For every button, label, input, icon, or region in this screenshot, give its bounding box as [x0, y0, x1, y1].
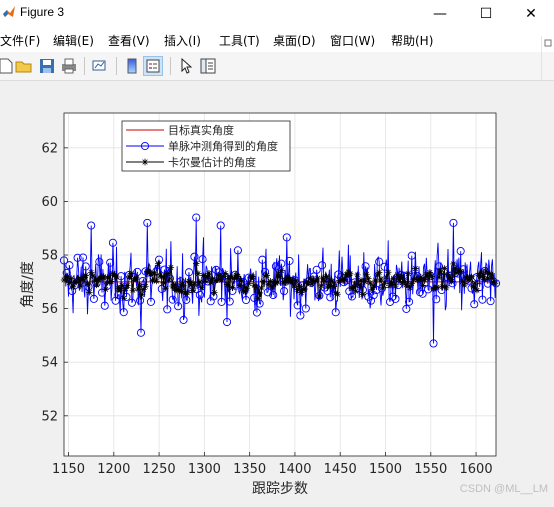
- save-button[interactable]: [37, 56, 57, 76]
- minimize-icon: —: [433, 6, 447, 22]
- menu-view[interactable]: 查看(V): [108, 32, 150, 49]
- menu-tools[interactable]: 工具(T): [219, 32, 260, 49]
- colorbar-icon: [127, 58, 137, 74]
- toolbar-separator: [170, 57, 171, 75]
- x-tick-label: 1200: [97, 462, 130, 477]
- kalman-angle-marker: [461, 281, 468, 289]
- legend[interactable]: 目标真实角度单脉冲测角得到的角度卡尔曼估计的角度: [121, 120, 291, 172]
- kalman-angle-marker: [486, 270, 493, 277]
- kalman-angle-marker: [193, 260, 200, 267]
- kalman-angle-marker: [211, 289, 218, 296]
- kalman-angle-marker: [151, 269, 158, 276]
- toolbar-separator: [116, 57, 117, 75]
- kalman-angle-marker: [339, 277, 347, 284]
- x-tick-label: 1300: [188, 462, 221, 477]
- kalman-angle-marker: [133, 274, 140, 282]
- close-button[interactable]: ✕: [508, 0, 554, 28]
- x-tick-label: 1450: [324, 462, 357, 477]
- maximize-icon: ☐: [479, 6, 493, 22]
- property-panel-icon: [200, 58, 216, 74]
- y-axis-label: 角度/度: [20, 261, 36, 308]
- y-tick-label: 58: [41, 249, 58, 264]
- maximize-button[interactable]: ☐: [463, 0, 509, 28]
- y-tick-label: 62: [41, 141, 58, 156]
- legend-entry: 卡尔曼估计的角度: [168, 155, 256, 169]
- minimize-button[interactable]: —: [417, 0, 463, 28]
- pointer-arrow-icon: [181, 58, 192, 74]
- menu-file[interactable]: 文件(F): [0, 32, 40, 49]
- menu-edit[interactable]: 编辑(E): [53, 32, 94, 49]
- legend-entry: 目标真实角度: [168, 123, 234, 137]
- kalman-angle-marker: [153, 277, 160, 285]
- kalman-angle-marker: [234, 273, 242, 280]
- print-button[interactable]: [59, 56, 79, 76]
- x-tick-label: 1350: [233, 462, 266, 477]
- kalman-angle-marker: [165, 276, 173, 284]
- kalman-angle-marker: [245, 280, 252, 287]
- new-file-icon: [0, 58, 13, 74]
- x-tick-label: 1400: [278, 462, 311, 477]
- x-axis-label: 跟踪步数: [252, 481, 308, 497]
- title-bar: Figure 3 — ☐ ✕: [0, 0, 554, 28]
- toolbar: [0, 52, 554, 81]
- menu-help[interactable]: 帮助(H): [391, 32, 433, 49]
- toolbar-separator: [84, 57, 85, 75]
- close-icon: ✕: [525, 6, 537, 22]
- legend-star-marker: [141, 158, 149, 166]
- printer-icon: [62, 58, 76, 74]
- x-tick-label: 1250: [143, 462, 176, 477]
- kalman-angle-marker: [162, 285, 169, 292]
- legend-entry: 单脉冲测角得到的角度: [168, 139, 278, 153]
- property-inspector-button[interactable]: [198, 56, 218, 76]
- y-tick-label: 56: [41, 302, 58, 317]
- menu-bar: 文件(F) 编辑(E) 查看(V) 插入(I) 工具(T) 桌面(D) 窗口(W…: [0, 28, 554, 52]
- menu-insert[interactable]: 插入(I): [164, 32, 201, 49]
- x-tick-label: 1600: [460, 462, 493, 477]
- kalman-angle-marker: [84, 280, 91, 288]
- matlab-logo-icon: [3, 6, 15, 17]
- kalman-angle-marker: [428, 273, 435, 280]
- link-plot-icon: [92, 60, 106, 71]
- y-tick-label: 54: [41, 356, 58, 371]
- menu-desktop[interactable]: 桌面(D): [273, 32, 316, 49]
- insert-colorbar-button[interactable]: [122, 56, 142, 76]
- legend-icon: [146, 59, 160, 73]
- x-tick-label: 1150: [52, 462, 85, 477]
- kalman-angle-marker: [471, 280, 479, 287]
- edit-plot-button[interactable]: [176, 56, 196, 76]
- kalman-angle-marker: [120, 295, 127, 302]
- open-file-button[interactable]: [14, 56, 34, 76]
- link-plot-button[interactable]: [90, 56, 110, 76]
- menu-window[interactable]: 窗口(W): [330, 32, 375, 49]
- angle-tracking-chart: 1150 1200 1250 1300 1350 1400 1450 1500 1550 1600…: [20, 112, 501, 497]
- kalman-angle-marker: [205, 270, 213, 277]
- kalman-angle-marker: [254, 295, 262, 302]
- kalman-angle-marker: [229, 284, 236, 291]
- kalman-angle-marker: [196, 278, 204, 286]
- kalman-angle-marker: [223, 281, 231, 288]
- save-disk-icon: [40, 59, 54, 73]
- y-tick-label: 60: [41, 195, 58, 210]
- kalman-angle-marker: [164, 270, 171, 277]
- watermark-text: CSDN @ML__LM: [459, 483, 548, 495]
- figure-canvas: 1150 1200 1250 1300 1350 1400 1450 1500 1550 1600…: [0, 81, 554, 503]
- x-tick-label: 1550: [414, 462, 447, 477]
- open-folder-icon: [15, 61, 32, 73]
- insert-legend-button[interactable]: [143, 56, 163, 76]
- x-tick-label: 1500: [369, 462, 402, 477]
- kalman-angle-marker: [448, 278, 455, 285]
- y-tick-label: 52: [41, 409, 58, 424]
- kalman-angle-marker: [249, 273, 256, 280]
- kalman-angle-marker: [435, 274, 443, 281]
- kalman-angle-marker: [403, 281, 410, 289]
- window-title: Figure 3: [20, 5, 65, 19]
